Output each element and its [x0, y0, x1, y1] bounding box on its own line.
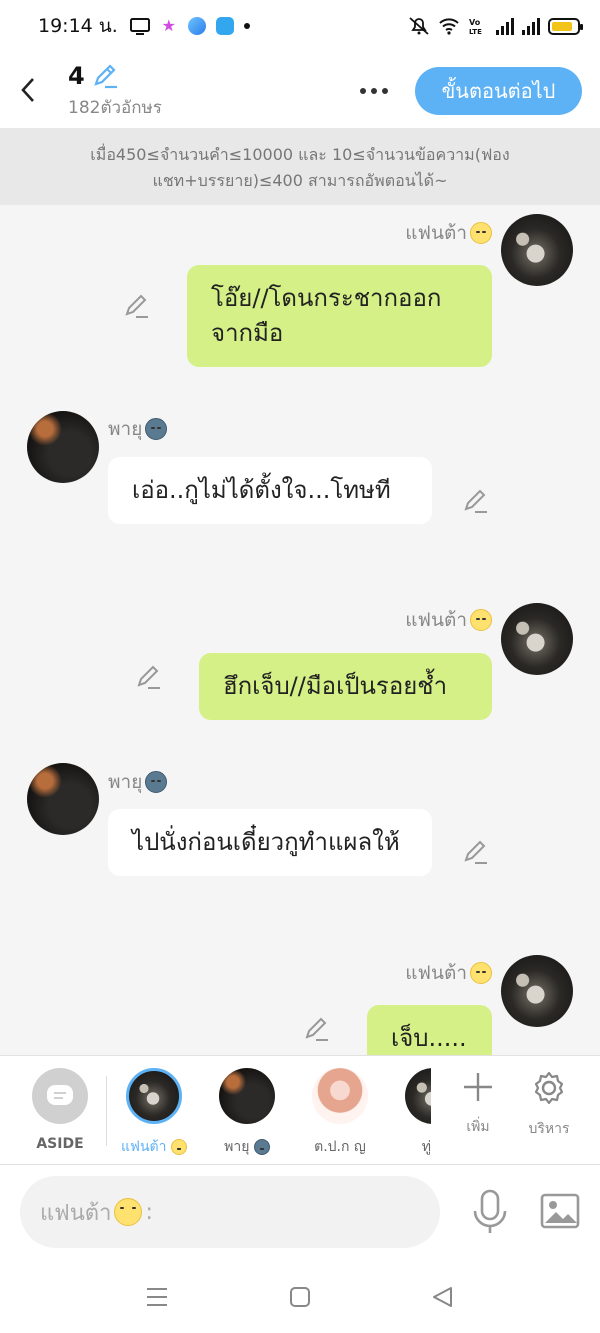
- character-aside[interactable]: ASIDE: [20, 1068, 100, 1152]
- signal-icon-2: [522, 17, 540, 35]
- manage-label: บริหาร: [528, 1121, 570, 1137]
- message-bubble[interactable]: เอ่อ..กูไม่ได้ตั้งใจ...โทษที: [108, 457, 432, 524]
- status-app-icons: ★: [129, 16, 250, 35]
- sender-name-text: พายุ: [108, 771, 143, 793]
- avatar-fanta[interactable]: [501, 603, 573, 675]
- character-avatar: [405, 1068, 431, 1124]
- sender-name: แฟนต้า: [405, 605, 492, 635]
- status-indicators: Vo LTE: [408, 16, 583, 36]
- edit-message-icon[interactable]: [135, 663, 163, 691]
- divider: [106, 1076, 107, 1146]
- character-label: ต.ป.ก ญ: [314, 1139, 366, 1155]
- avatar-fanta[interactable]: [501, 955, 573, 1027]
- edit-title-icon[interactable]: [91, 62, 119, 90]
- mute-icon: [409, 17, 429, 35]
- star-app-icon: ★: [159, 16, 178, 35]
- character-fanta[interactable]: แฟนต้า: [114, 1068, 194, 1158]
- smile-emoji-icon: [470, 609, 492, 631]
- title-block: 4 182ตัวอักษร: [68, 62, 162, 121]
- avatar-payu[interactable]: [27, 411, 99, 483]
- character-tpk[interactable]: ต.ป.ก ญ: [300, 1068, 380, 1158]
- character-partial[interactable]: ทู่: [395, 1068, 431, 1158]
- home-icon[interactable]: [287, 1284, 313, 1310]
- sender-name: แฟนต้า: [405, 218, 492, 248]
- character-payu[interactable]: พายุ: [207, 1068, 287, 1158]
- edit-message-icon[interactable]: [123, 292, 151, 320]
- sender-name-text: พายุ: [108, 418, 143, 440]
- notification-dot-icon: [243, 23, 250, 29]
- volte-icon: VoLTE: [469, 18, 482, 36]
- chapter-title-text: 4: [68, 62, 85, 90]
- sender-name-text: แฟนต้า: [405, 962, 467, 984]
- edit-message-icon[interactable]: [303, 1015, 331, 1043]
- signal-icon: [496, 17, 514, 35]
- character-avatar: [219, 1068, 275, 1124]
- plus-icon: [464, 1073, 492, 1101]
- image-icon[interactable]: [540, 1193, 580, 1229]
- message-bubble[interactable]: โอ๊ย//โดนกระชากออกจากมือ: [187, 265, 492, 367]
- aside-icon: [32, 1068, 88, 1124]
- battery-level: [552, 21, 573, 31]
- sender-name: แฟนต้า: [405, 958, 492, 988]
- smile-emoji-icon: [470, 222, 492, 244]
- input-suffix: :: [145, 1199, 153, 1225]
- next-step-button[interactable]: ขั้นตอนต่อไป: [415, 67, 582, 115]
- status-time: 19:14 น.: [38, 15, 118, 37]
- message-bubble[interactable]: ไปนั่งก่อนเดี๋ยวกูทำแผลให้: [108, 809, 432, 876]
- message-bubble[interactable]: ฮึกเจ็บ//มือเป็นรอยช้ำ: [199, 653, 492, 720]
- blue-app-icon: [187, 17, 206, 35]
- char-count: 182ตัวอักษร: [68, 98, 162, 118]
- back-button[interactable]: [14, 72, 42, 108]
- novel-app-icon: [215, 17, 234, 35]
- svg-text:LTE: LTE: [469, 28, 482, 36]
- manage-characters-button[interactable]: บริหาร: [514, 1070, 584, 1140]
- status-bar: 19:14 น. ★ Vo LTE: [0, 0, 600, 52]
- sender-name: พายุ: [108, 767, 168, 797]
- smile-emoji-icon: [170, 1139, 187, 1155]
- menu-icon[interactable]: [144, 1284, 170, 1310]
- character-label: พายุ: [207, 1136, 287, 1158]
- input-placeholder: แฟนต้า: [40, 1200, 112, 1226]
- edit-message-icon[interactable]: [462, 487, 490, 515]
- sender-name-text: แฟนต้า: [405, 609, 467, 631]
- message-input[interactable]: แฟนต้า :: [20, 1176, 440, 1248]
- sender-name-text: แฟนต้า: [405, 222, 467, 244]
- character-bar: ASIDE แฟนต้า พายุ ต.ป.ก ญ ทู่ เพิ่ม บริห…: [0, 1055, 600, 1165]
- gear-icon: [534, 1071, 564, 1105]
- wifi-icon: [439, 18, 459, 35]
- sender-name: พายุ: [108, 414, 168, 444]
- word-count-notice: เมื่อ450≤จำนวนคำ≤10000 และ 10≤จำนวนข้อคว…: [0, 128, 600, 205]
- add-label: เพิ่ม: [466, 1119, 490, 1135]
- svg-text:Vo: Vo: [469, 18, 481, 27]
- edit-message-icon[interactable]: [462, 838, 490, 866]
- back-triangle-icon[interactable]: [430, 1284, 456, 1310]
- chat-area[interactable]: แฟนต้า โอ๊ย//โดนกระชากออกจากมือ พายุ เอ่…: [0, 205, 600, 1055]
- smile-emoji-icon: [114, 1198, 143, 1226]
- character-label: ASIDE: [36, 1136, 84, 1152]
- tv-icon: [129, 18, 150, 35]
- character-avatar: [312, 1068, 368, 1124]
- header: 4 182ตัวอักษร ขั้นตอนต่อไป: [0, 52, 600, 128]
- battery-icon: [548, 17, 583, 35]
- chapter-title[interactable]: 4: [68, 62, 119, 90]
- add-character-button[interactable]: เพิ่ม: [443, 1070, 513, 1138]
- input-bar: แฟนต้า :: [0, 1165, 600, 1260]
- character-label: ทู่: [421, 1139, 431, 1155]
- avatar-fanta[interactable]: [501, 214, 573, 286]
- more-options-button[interactable]: [354, 76, 394, 106]
- chevron-left-icon: [21, 78, 34, 102]
- character-avatar: [126, 1068, 182, 1124]
- message-bubble[interactable]: เจ็บ.....: [367, 1005, 492, 1055]
- character-label: แฟนต้า: [114, 1136, 194, 1158]
- moon-emoji-icon: [145, 418, 168, 440]
- avatar-payu[interactable]: [27, 763, 99, 835]
- smile-emoji-icon: [470, 962, 492, 984]
- moon-emoji-icon: [253, 1139, 270, 1155]
- moon-emoji-icon: [145, 771, 168, 793]
- system-nav-bar: [0, 1260, 600, 1333]
- microphone-icon[interactable]: [470, 1189, 510, 1235]
